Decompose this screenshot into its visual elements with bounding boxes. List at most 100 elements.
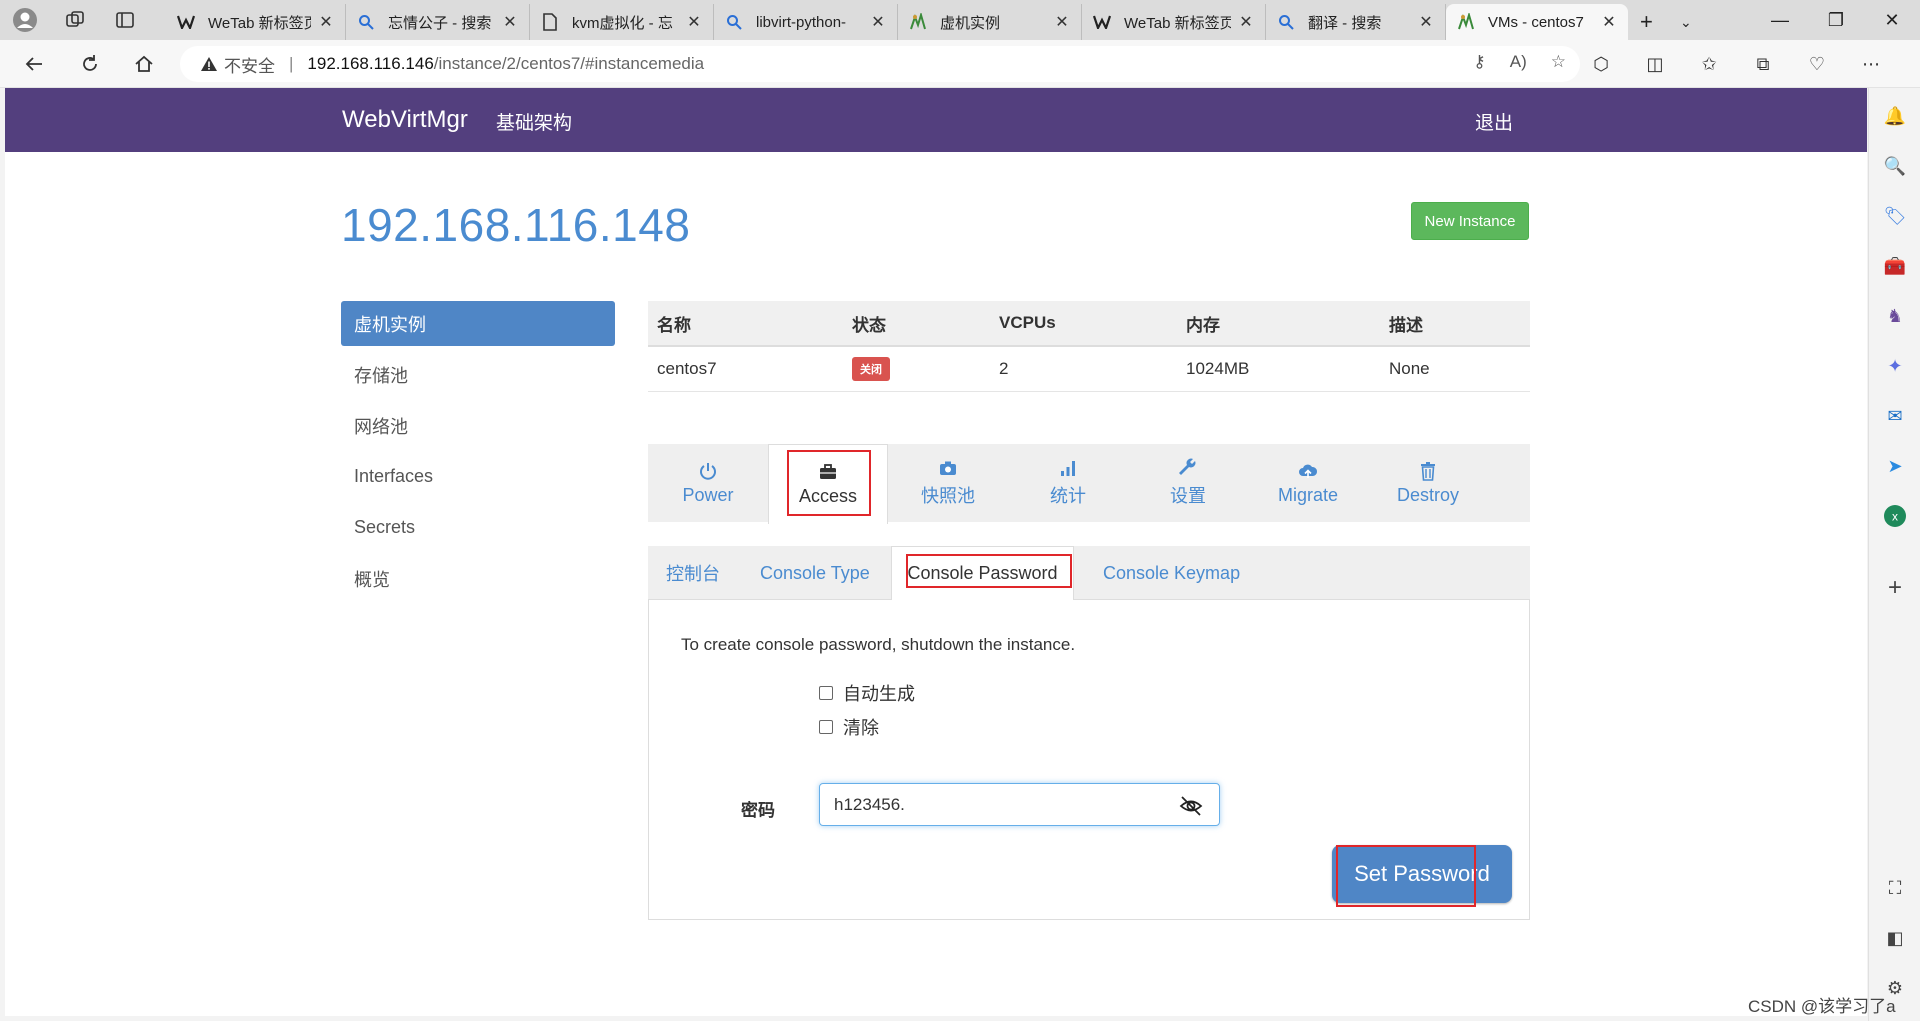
browser-tab-active[interactable]: VMs - centos7 ✕ (1446, 4, 1628, 40)
collections-icon[interactable]: ⧉ (1747, 48, 1779, 80)
auto-generate-checkbox[interactable] (819, 686, 833, 700)
profile-icon[interactable] (0, 0, 50, 40)
close-icon[interactable]: ✕ (1600, 12, 1618, 32)
tab-console-keymap[interactable]: Console Keymap (1103, 546, 1240, 600)
password-field[interactable]: h123456. (819, 783, 1220, 826)
home-icon[interactable] (126, 48, 162, 80)
tab-actions-icon[interactable] (100, 0, 150, 40)
chevron-down-icon[interactable]: ⌄ (1670, 4, 1700, 40)
games-icon[interactable]: ♞ (1881, 302, 1909, 330)
tab-label: 统计 (1050, 486, 1086, 506)
excel-icon[interactable]: x (1881, 502, 1909, 530)
browser-tab[interactable]: kvm虚拟化 - 忘 ✕ (530, 4, 714, 40)
close-icon[interactable]: ✕ (1417, 12, 1435, 32)
refresh-icon[interactable] (72, 48, 108, 80)
clear-label: 清除 (843, 718, 879, 738)
minimize-icon[interactable]: — (1752, 0, 1808, 40)
signal-bars-icon (1061, 461, 1075, 476)
maximize-icon[interactable]: ❐ (1808, 0, 1864, 40)
key-icon[interactable]: ⚷ (1473, 52, 1485, 72)
instance-name: centos7 (648, 346, 843, 392)
tab-console[interactable]: 控制台 (666, 546, 720, 600)
favorites-icon[interactable]: ✩ (1693, 48, 1725, 80)
browser-tab[interactable]: WeTab 新标签页 ✕ (1082, 4, 1266, 40)
sidebar-item-secrets[interactable]: Secrets (341, 505, 615, 550)
favorite-star-icon[interactable]: ☆ (1551, 52, 1566, 72)
column-header: 状态 (843, 301, 990, 347)
copilot-icon[interactable]: ✦ (1881, 352, 1909, 380)
workspaces-icon[interactable] (50, 0, 100, 40)
browser-tab[interactable]: 忘情公子 - 搜索 ✕ (346, 4, 530, 40)
new-instance-button[interactable]: New Instance (1411, 202, 1529, 240)
tab-stats[interactable]: 统计 (1008, 444, 1128, 522)
more-menu-icon[interactable]: ⋯ (1855, 48, 1887, 80)
close-icon[interactable]: ✕ (1237, 12, 1255, 32)
clear-checkbox[interactable] (819, 720, 833, 734)
close-icon[interactable]: ✕ (685, 12, 703, 32)
tab-title: kvm虚拟化 - 忘 (572, 14, 673, 32)
split-screen-icon[interactable]: ◫ (1639, 48, 1671, 80)
tab-label: 设置 (1170, 486, 1206, 506)
tab-destroy[interactable]: Destroy (1368, 444, 1488, 522)
browser-tab[interactable]: libvirt-python- ✕ (714, 4, 898, 40)
cloud-upload-icon (1299, 464, 1318, 478)
trash-icon (1421, 461, 1435, 481)
close-icon[interactable]: ✕ (317, 12, 335, 32)
add-sidebar-app-icon[interactable]: + (1881, 574, 1909, 602)
sidebar-item-networks[interactable]: 网络池 (341, 403, 615, 448)
logout-link[interactable]: 退出 (1475, 108, 1513, 135)
sidebar-item-instances[interactable]: 虚机实例 (341, 301, 615, 346)
close-icon[interactable]: ✕ (1053, 12, 1071, 32)
bell-icon[interactable]: 🔔 (1881, 102, 1909, 130)
webvirtmgr-icon (1456, 12, 1476, 32)
wetab-icon (1092, 12, 1112, 32)
read-aloud-icon[interactable]: A) (1510, 52, 1527, 72)
tab-label: Migrate (1277, 484, 1339, 505)
tag-icon[interactable]: 🏷 (1881, 202, 1909, 230)
nav-infrastructure-link[interactable]: 基础架构 (496, 108, 572, 135)
instance-table: 名称 状态 VCPUs 内存 描述 centos7 关闭 2 1024MB No… (648, 301, 1530, 392)
webvirtmgr-icon (908, 12, 928, 32)
tab-title: libvirt-python- (756, 13, 847, 31)
sidebar-menu: 虚机实例 存储池 网络池 Interfaces Secrets 概览 (341, 301, 615, 607)
tab-title: 翻译 - 搜索 (1308, 14, 1382, 32)
tab-power[interactable]: Power (648, 444, 768, 522)
auto-generate-option[interactable]: 自动生成 (819, 680, 915, 706)
brand-link[interactable]: WebVirtMgr (342, 106, 468, 134)
security-warning[interactable]: 不安全 (200, 52, 275, 77)
screenshot-icon[interactable]: ⛶ (1881, 874, 1909, 902)
extensions-icon[interactable]: ⬡ (1585, 48, 1617, 80)
window-close-icon[interactable]: ✕ (1864, 0, 1920, 40)
browser-tab[interactable]: 翻译 - 搜索 ✕ (1266, 4, 1446, 40)
send-icon[interactable]: ➤ (1881, 452, 1909, 480)
sidebar-item-overview[interactable]: 概览 (341, 556, 615, 601)
toolbox-icon[interactable]: 🧰 (1881, 252, 1909, 280)
tab-settings[interactable]: 设置 (1128, 444, 1248, 522)
browser-essentials-icon[interactable]: ♡ (1801, 48, 1833, 80)
new-tab-button[interactable]: + (1630, 4, 1670, 40)
hide-sidebar-icon[interactable]: ◧ (1881, 924, 1909, 952)
column-header: 描述 (1380, 301, 1530, 347)
edge-sidebar: 🔔 🔍 🏷 🧰 ♞ ✦ ✉ ➤ x + ⛶ ◧ ⚙ (1868, 88, 1920, 1021)
password-label: 密码 (741, 801, 775, 820)
browser-tab[interactable]: WeTab 新标签页 ✕ (166, 4, 346, 40)
search-icon[interactable]: 🔍 (1881, 152, 1909, 180)
browser-tab[interactable]: 虚机实例 ✕ (898, 4, 1082, 40)
outlook-icon[interactable]: ✉ (1881, 402, 1909, 430)
close-icon[interactable]: ✕ (869, 12, 887, 32)
clear-option[interactable]: 清除 (819, 714, 879, 740)
tab-title: VMs - centos7 (1488, 13, 1584, 31)
tab-console-type[interactable]: Console Type (760, 546, 870, 600)
highlight-box (787, 450, 871, 516)
tab-migrate[interactable]: Migrate (1248, 444, 1368, 522)
sidebar-item-interfaces[interactable]: Interfaces (341, 454, 615, 499)
eye-slash-icon[interactable] (1179, 794, 1203, 818)
auto-generate-label: 自动生成 (843, 684, 915, 704)
password-value: h123456. (834, 794, 905, 814)
url-field[interactable]: 不安全 | 192.168.116.146/instance/2/centos7… (180, 46, 1580, 82)
close-icon[interactable]: ✕ (501, 12, 519, 32)
tab-snapshots[interactable]: 快照池 (888, 444, 1008, 522)
sidebar-item-storage[interactable]: 存储池 (341, 352, 615, 397)
back-arrow-icon[interactable] (16, 48, 52, 80)
tab-title: WeTab 新标签页 (1124, 14, 1231, 32)
